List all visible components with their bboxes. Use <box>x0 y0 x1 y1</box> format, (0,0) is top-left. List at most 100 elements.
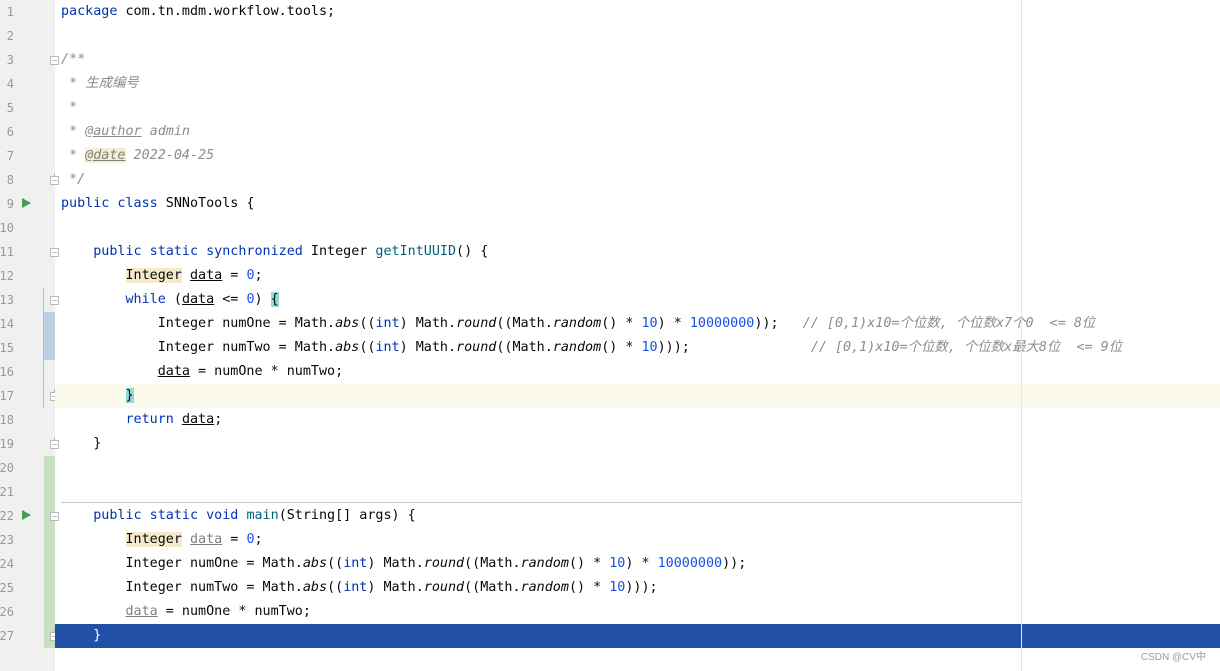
code-text: ; <box>254 268 263 283</box>
code-line[interactable]: Integer numOne = Math.abs((int) Math.rou… <box>55 552 1220 576</box>
line-number: 10 <box>0 221 14 235</box>
code-line-selected[interactable]: } <box>55 624 1220 648</box>
keyword: int <box>375 316 400 331</box>
code-text: = <box>222 532 247 547</box>
code-text: (String[] args) { <box>278 508 416 523</box>
matched-brace: { <box>270 292 279 307</box>
comment: 2022-04-25 <box>125 148 215 163</box>
code-text: () * <box>568 556 610 571</box>
line-number: 22 <box>0 509 14 523</box>
code-text: ) * <box>657 316 690 331</box>
number: 10 <box>609 580 626 595</box>
code-text: )); <box>754 316 803 331</box>
method-separator <box>61 502 1021 503</box>
javadoc-tag: @date <box>85 148 126 163</box>
keyword: while <box>125 292 166 307</box>
code-text: Integer <box>302 244 376 259</box>
code-line[interactable]: * <box>55 96 1220 120</box>
code-text: ) Math. <box>367 556 424 571</box>
code-text: = <box>222 268 247 283</box>
code-text: SNNoTools { <box>157 196 255 211</box>
code-editor[interactable]: 1 2 3 4 5 6 7 8 9 10 11 12 13 14 15 16 1… <box>0 0 1220 671</box>
code-line[interactable]: } <box>55 432 1220 456</box>
variable: data <box>190 268 223 283</box>
run-gutter-icon[interactable] <box>22 510 31 520</box>
line-number: 6 <box>6 125 14 139</box>
line-number: 2 <box>6 29 14 43</box>
vcs-added-marker[interactable] <box>44 456 55 648</box>
line-number: 4 <box>6 77 14 91</box>
keyword: return <box>125 412 174 427</box>
line-number: 12 <box>0 269 14 283</box>
keyword: package <box>61 4 118 19</box>
variable: data <box>157 364 190 379</box>
code-line[interactable]: public static synchronized Integer getIn… <box>55 240 1220 264</box>
code-line-current[interactable]: } <box>55 384 1220 408</box>
code-text: Integer numOne = Math. <box>157 316 336 331</box>
method-name: main <box>246 508 279 523</box>
line-number: 27 <box>0 629 14 643</box>
code-line[interactable]: Integer data = 0; <box>55 264 1220 288</box>
run-gutter-icon[interactable] <box>22 198 31 208</box>
code-text: ( <box>165 292 182 307</box>
code-line[interactable]: data = numOne * numTwo; <box>55 360 1220 384</box>
line-number: 9 <box>6 197 14 211</box>
code-text: } <box>61 436 102 451</box>
code-line[interactable]: Integer numOne = Math.abs((int) Math.rou… <box>55 312 1220 336</box>
method-call: random <box>520 556 569 571</box>
code-line[interactable]: Integer numTwo = Math.abs((int) Math.rou… <box>55 576 1220 600</box>
code-line[interactable]: /** <box>55 48 1220 72</box>
method-call: round <box>423 556 465 571</box>
code-text: } <box>61 628 102 643</box>
code-line[interactable]: public static void main(String[] args) { <box>55 504 1220 528</box>
method-name: getIntUUID <box>375 244 457 259</box>
comment: * <box>61 148 86 163</box>
code-text: (( <box>359 316 376 331</box>
method-call: round <box>423 580 465 595</box>
line-number: 25 <box>0 581 14 595</box>
code-text: ) Math. <box>399 316 457 331</box>
code-line[interactable]: Integer numTwo = Math.abs((int) Math.rou… <box>55 336 1220 360</box>
code-line[interactable]: * 生成编号 <box>55 72 1220 96</box>
comment: /** <box>61 52 86 67</box>
type-name: Integer <box>125 268 182 283</box>
code-line[interactable]: Integer data = 0; <box>55 528 1220 552</box>
method-call: random <box>520 580 569 595</box>
vcs-modified-marker[interactable] <box>44 312 55 360</box>
code-line[interactable]: while (data <= 0) { <box>55 288 1220 312</box>
code-text: )); <box>722 556 747 571</box>
code-text: (( <box>359 340 376 355</box>
method-call: random <box>552 316 602 331</box>
line-number: 24 <box>0 557 14 571</box>
code-line[interactable]: * @author admin <box>55 120 1220 144</box>
line-number: 14 <box>0 317 14 331</box>
line-number: 8 <box>6 173 14 187</box>
method-call: abs <box>302 556 328 571</box>
line-number: 3 <box>6 53 14 67</box>
method-call: abs <box>302 580 328 595</box>
code-line[interactable]: data = numOne * numTwo; <box>55 600 1220 624</box>
line-number: 19 <box>0 437 14 451</box>
code-text: <= <box>214 292 247 307</box>
keyword: public static synchronized <box>93 244 303 259</box>
code-text: () * <box>601 316 642 331</box>
method-call: round <box>456 316 497 331</box>
code-line[interactable]: public class SNNoTools { <box>55 192 1220 216</box>
code-area[interactable]: package com.tn.mdm.workflow.tools; /** *… <box>55 0 1220 671</box>
number: 0 <box>246 532 255 547</box>
code-line[interactable]: return data; <box>55 408 1220 432</box>
code-text: () { <box>456 244 489 259</box>
code-line[interactable]: */ <box>55 168 1220 192</box>
editor-gutter[interactable]: 1 2 3 4 5 6 7 8 9 10 11 12 13 14 15 16 1… <box>0 0 59 671</box>
line-number: 26 <box>0 605 14 619</box>
line-number: 16 <box>0 365 14 379</box>
code-line[interactable]: package com.tn.mdm.workflow.tools; <box>55 0 1220 24</box>
line-number: 7 <box>6 149 14 163</box>
code-line[interactable]: * @date 2022-04-25 <box>55 144 1220 168</box>
code-text: = numOne * numTwo; <box>157 604 311 619</box>
